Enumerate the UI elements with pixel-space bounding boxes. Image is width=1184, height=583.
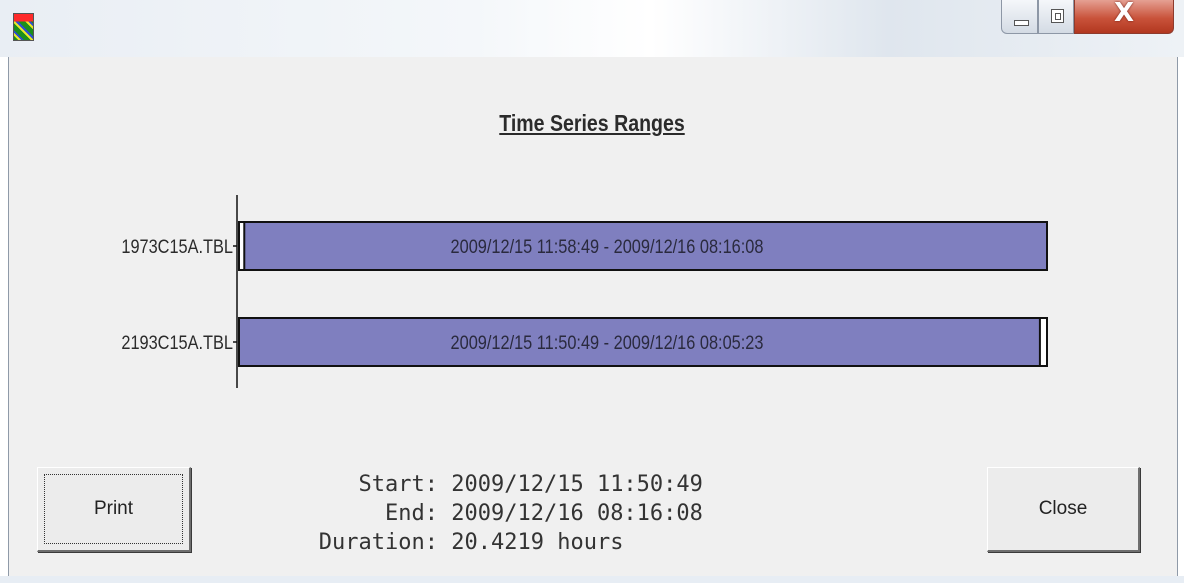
row-label: 1973C15A.TBL: [121, 236, 233, 257]
start-label: Start:: [358, 472, 438, 497]
start-value: 2009/12/15 11:50:49: [451, 472, 703, 497]
time-series-ranges-window: X Time Series Ranges 1973C15A.TBL 2009/12…: [0, 0, 1184, 583]
bar-range-label: 2009/12/15 11:50:49 - 2009/12/16 08:05:2…: [451, 332, 764, 353]
end-value: 2009/12/16 08:16:08: [451, 501, 703, 526]
print-button[interactable]: Print: [37, 467, 191, 552]
duration-value: 20.4219 hours: [451, 530, 624, 555]
bar-range-label: 2009/12/15 11:58:49 - 2009/12/16 08:16:0…: [451, 236, 764, 257]
row-label: 2193C15A.TBL: [121, 332, 233, 353]
close-button-label: Close: [1038, 498, 1088, 519]
focus-rectangle: [44, 474, 183, 544]
range-summary: Start: 2009/12/15 11:50:49 End: 2009/12/…: [290, 470, 703, 557]
duration-label: Duration:: [318, 530, 438, 555]
close-button[interactable]: Close: [987, 467, 1140, 552]
end-label: End:: [385, 501, 438, 526]
